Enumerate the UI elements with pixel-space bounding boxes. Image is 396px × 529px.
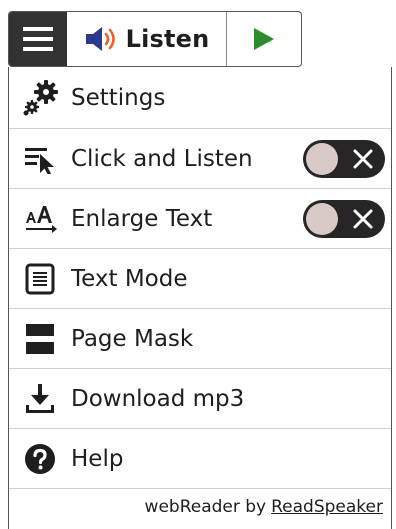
speaker-icon bbox=[85, 27, 115, 51]
listen-button[interactable]: Listen bbox=[67, 12, 227, 66]
close-icon bbox=[353, 149, 373, 168]
webreader-toolbar: Listen bbox=[8, 11, 302, 67]
close-icon bbox=[353, 209, 373, 228]
menu-item-label: Download mp3 bbox=[71, 385, 245, 412]
play-button[interactable] bbox=[227, 12, 301, 66]
menu-item-label: Text Mode bbox=[71, 265, 188, 292]
menu-item-click-and-listen[interactable]: Click and Listen bbox=[9, 129, 391, 189]
click-and-listen-icon bbox=[25, 147, 54, 174]
download-icon bbox=[26, 383, 54, 413]
help-icon bbox=[25, 443, 55, 474]
play-icon bbox=[254, 28, 274, 50]
footer-prefix: webReader by bbox=[144, 497, 267, 517]
menu-item-enlarge-text[interactable]: Enlarge Text bbox=[9, 189, 391, 249]
menu-item-label: Click and Listen bbox=[71, 145, 253, 172]
enlarge-text-icon bbox=[26, 205, 57, 233]
menu-item-download-mp3[interactable]: Download mp3 bbox=[9, 369, 391, 429]
webreader-widget: Listen Settings Click and Listen Enlarge… bbox=[0, 0, 396, 529]
menu-item-label: Settings bbox=[71, 84, 166, 111]
webreader-footer: webReader by ReadSpeaker bbox=[9, 485, 391, 529]
menu-item-help[interactable]: Help bbox=[9, 429, 391, 489]
webreader-menu: Settings Click and Listen Enlarge Text T… bbox=[8, 67, 392, 529]
text-mode-icon bbox=[25, 263, 55, 294]
menu-toggle-button[interactable] bbox=[9, 12, 67, 66]
menu-item-page-mask[interactable]: Page Mask bbox=[9, 309, 391, 369]
click-and-listen-toggle[interactable] bbox=[303, 139, 385, 178]
page-mask-icon bbox=[26, 323, 54, 354]
readspeaker-link[interactable]: ReadSpeaker bbox=[271, 497, 383, 517]
toggle-knob bbox=[306, 142, 338, 175]
menu-item-label: Help bbox=[71, 445, 124, 472]
menu-item-label: Page Mask bbox=[71, 325, 194, 352]
hamburger-icon bbox=[23, 27, 53, 51]
menu-item-text-mode[interactable]: Text Mode bbox=[9, 249, 391, 309]
menu-item-settings[interactable]: Settings bbox=[9, 67, 391, 129]
listen-label: Listen bbox=[125, 25, 210, 53]
enlarge-text-toggle[interactable] bbox=[303, 199, 385, 238]
menu-item-label: Enlarge Text bbox=[71, 205, 213, 232]
toggle-knob bbox=[306, 202, 338, 235]
gears-icon bbox=[23, 79, 58, 115]
